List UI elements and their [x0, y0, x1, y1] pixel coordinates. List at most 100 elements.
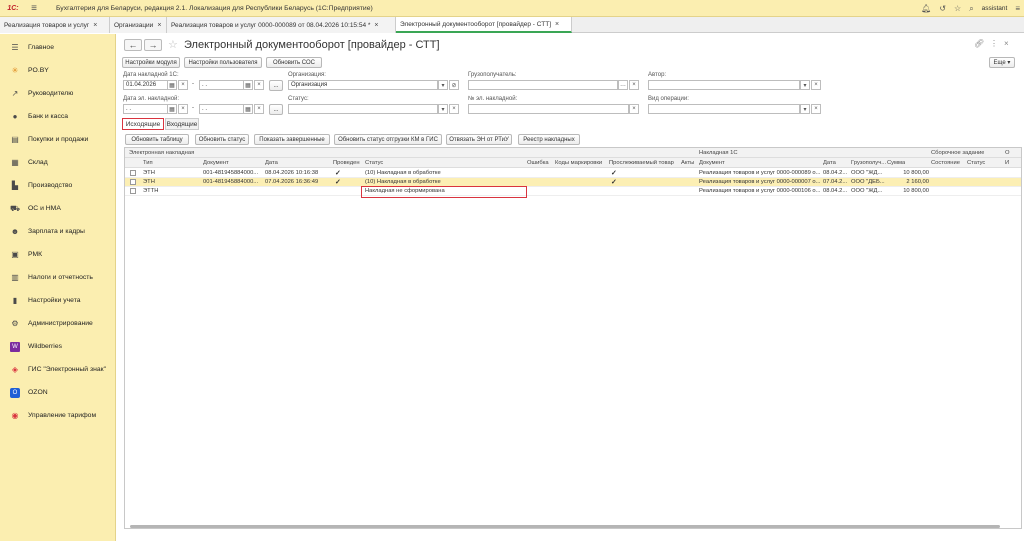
- sidebar-item-purchases[interactable]: ▤ Покупки и продажи: [0, 128, 115, 151]
- table-row[interactable]: ЭТН 001-481945884000... 07.04.2026 16:36…: [125, 178, 1021, 187]
- clear-icon[interactable]: ×: [629, 80, 639, 90]
- sidebar-item-salary[interactable]: ☻ Зарплата и кадры: [0, 220, 115, 243]
- sidebar-item-main[interactable]: ☰ Главное: [0, 36, 115, 59]
- column-doc-1c[interactable]: Документ: [699, 158, 725, 168]
- column-marking-codes[interactable]: Коды маркировки: [555, 158, 602, 168]
- show-completed-button[interactable]: Показать завершенные: [254, 134, 330, 145]
- author-input[interactable]: [648, 80, 800, 90]
- column-tracked[interactable]: Прослеживаемый товар: [609, 158, 674, 168]
- e-number-input[interactable]: [468, 104, 629, 114]
- dropdown-icon[interactable]: ▾: [438, 104, 448, 114]
- column-posted[interactable]: Проведен: [333, 158, 360, 168]
- sidebar-item-taxes[interactable]: ▥ Налоги и отчетность: [0, 266, 115, 289]
- refresh-table-button[interactable]: Обновить таблицу: [125, 134, 189, 145]
- module-settings-button[interactable]: Настройки модуля: [122, 57, 180, 68]
- select-icon[interactable]: …: [618, 80, 628, 90]
- tab-incoming[interactable]: Входящие: [165, 118, 199, 130]
- more-dropdown-button[interactable]: Еще ▾: [989, 57, 1015, 68]
- row-checkbox[interactable]: [130, 170, 136, 176]
- calendar-icon[interactable]: ▦: [243, 80, 253, 90]
- search-icon[interactable]: ⌕: [969, 4, 973, 14]
- close-icon[interactable]: ×: [374, 22, 378, 29]
- sidebar-item-rmk[interactable]: ▣ РМК: [0, 243, 115, 266]
- sidebar-item-administration[interactable]: ⚙ Администрирование: [0, 312, 115, 335]
- column-sum[interactable]: Сумма: [887, 158, 905, 168]
- tab-outgoing[interactable]: Исходящие: [122, 118, 164, 130]
- refresh-km-status-button[interactable]: Обновить статус отгрузки КМ в ГИС: [334, 134, 442, 145]
- close-icon[interactable]: ×: [1004, 39, 1009, 48]
- row-checkbox[interactable]: [130, 188, 136, 194]
- calendar-icon[interactable]: ▦: [167, 104, 177, 114]
- table-row[interactable]: ЭТН 001-481945884000... 08.04.2026 10:16…: [125, 169, 1021, 178]
- tab-organizations[interactable]: Организации ×: [110, 17, 167, 33]
- open-link-icon[interactable]: ⊘: [449, 80, 459, 90]
- forward-button[interactable]: →: [144, 39, 162, 51]
- clear-icon[interactable]: ×: [254, 104, 264, 114]
- column-status2[interactable]: Статус: [967, 158, 985, 168]
- table-row[interactable]: ЭТТН Накладная не сформирована Реализаци…: [125, 187, 1021, 196]
- column-date[interactable]: Дата: [265, 158, 278, 168]
- dropdown-icon[interactable]: ▾: [800, 104, 810, 114]
- sidebar-item-director[interactable]: ↗ Руководителю: [0, 82, 115, 105]
- sidebar-item-bank[interactable]: ● Банк и касса: [0, 105, 115, 128]
- refresh-status-button[interactable]: Обновить статус: [195, 134, 249, 145]
- clear-icon[interactable]: ×: [178, 104, 188, 114]
- clear-icon[interactable]: ×: [449, 104, 459, 114]
- row-checkbox[interactable]: [130, 179, 136, 185]
- consignee-input[interactable]: [468, 80, 618, 90]
- period-select-button[interactable]: ...: [269, 104, 283, 115]
- tab-edo[interactable]: Электронный документооборот [провайдер -…: [396, 17, 572, 33]
- dropdown-icon[interactable]: ▾: [438, 80, 448, 90]
- sidebar-item-wildberries[interactable]: W Wildberries: [0, 335, 115, 358]
- sidebar-item-accounting-settings[interactable]: ▮ Настройки учета: [0, 289, 115, 312]
- tab-sales-document[interactable]: Реализация товаров и услуг 0000-000089 о…: [167, 17, 396, 33]
- sidebar-item-production[interactable]: ▙ Производство: [0, 174, 115, 197]
- hamburger-menu-icon[interactable]: ≡: [26, 3, 42, 14]
- clear-icon[interactable]: ×: [811, 80, 821, 90]
- user-name[interactable]: assistant: [982, 5, 1008, 12]
- period-select-button[interactable]: ...: [269, 80, 283, 91]
- operation-type-input[interactable]: [648, 104, 800, 114]
- column-document[interactable]: Документ: [203, 158, 229, 168]
- clear-icon[interactable]: ×: [178, 80, 188, 90]
- close-icon[interactable]: ×: [157, 22, 161, 29]
- column-extra[interactable]: И: [1005, 158, 1009, 168]
- bell-icon[interactable]: 🔔︎: [921, 4, 931, 13]
- calendar-icon[interactable]: ▦: [243, 104, 253, 114]
- column-acts[interactable]: Акты: [681, 158, 694, 168]
- sidebar-item-poby[interactable]: ✳ PO.BY: [0, 59, 115, 82]
- user-settings-button[interactable]: Настройки пользователя: [184, 57, 262, 68]
- back-button[interactable]: ←: [124, 39, 142, 51]
- unlink-en-button[interactable]: Отвязать ЭН от РТиУ: [446, 134, 512, 145]
- column-date-1c[interactable]: Дата: [823, 158, 836, 168]
- settings-icon[interactable]: ≡: [1015, 4, 1020, 13]
- status-input[interactable]: [288, 104, 438, 114]
- column-consignee[interactable]: Грузополуч...: [851, 158, 886, 168]
- history-icon[interactable]: ↺: [939, 4, 946, 13]
- update-cos-button[interactable]: Обновить СОС: [266, 57, 322, 68]
- sidebar-item-fixed-assets[interactable]: ⛟ ОС и НМА: [0, 197, 115, 220]
- clear-icon[interactable]: ×: [629, 104, 639, 114]
- calendar-icon[interactable]: ▦: [167, 80, 177, 90]
- close-icon[interactable]: ×: [93, 22, 97, 29]
- organization-input[interactable]: Организация: [288, 80, 438, 90]
- star-icon[interactable]: ☆: [954, 4, 961, 13]
- column-status[interactable]: Статус: [365, 158, 383, 168]
- column-state[interactable]: Состояние: [931, 158, 960, 168]
- tab-sales[interactable]: Реализация товаров и услуг ×: [0, 17, 110, 33]
- dropdown-icon[interactable]: ▾: [800, 80, 810, 90]
- horizontal-scrollbar[interactable]: [124, 524, 1004, 529]
- more-vertical-icon[interactable]: ⋮: [990, 39, 998, 48]
- sidebar-item-gis[interactable]: ◈ ГИС "Электронный знак": [0, 358, 115, 381]
- column-error[interactable]: Ошибка: [527, 158, 549, 168]
- sidebar-item-ozon[interactable]: O OZON: [0, 381, 115, 404]
- sidebar-item-tariff[interactable]: ◉ Управление тарифом: [0, 404, 115, 427]
- clear-icon[interactable]: ×: [811, 104, 821, 114]
- sidebar-item-warehouse[interactable]: ▦ Склад: [0, 151, 115, 174]
- clear-icon[interactable]: ×: [254, 80, 264, 90]
- column-type[interactable]: Тип: [143, 158, 153, 168]
- close-icon[interactable]: ×: [555, 21, 559, 28]
- favorite-star-icon[interactable]: ☆: [168, 38, 178, 51]
- scrollbar-thumb[interactable]: [130, 525, 1000, 528]
- registry-button[interactable]: Реестр накладных: [518, 134, 580, 145]
